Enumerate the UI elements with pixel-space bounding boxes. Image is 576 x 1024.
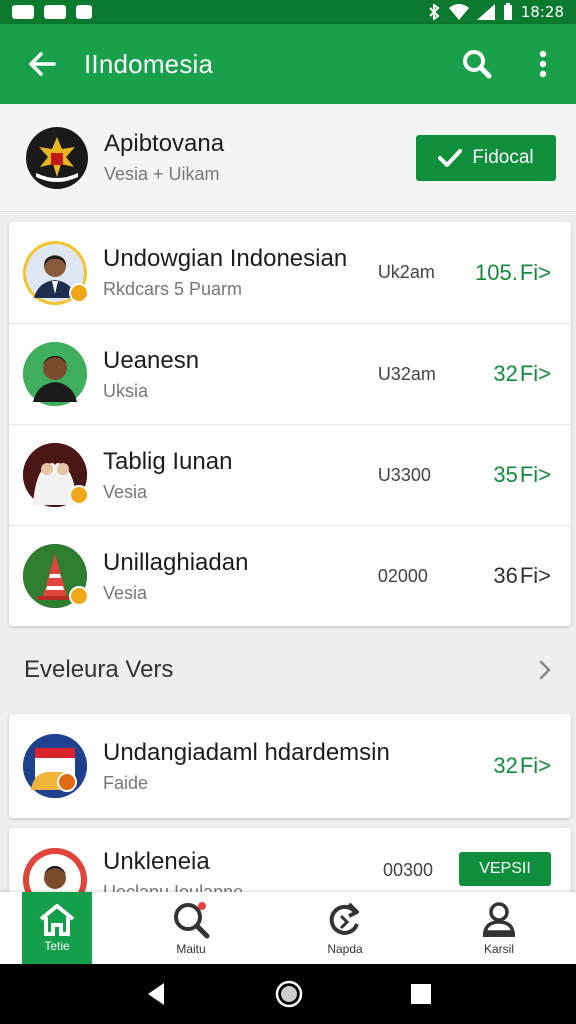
garuda-emblem-icon xyxy=(27,127,87,188)
item-arrow[interactable]: Fi> xyxy=(520,462,551,488)
item-meta: Uk2am xyxy=(377,262,435,282)
person-avatar-icon xyxy=(23,848,87,898)
item-title: Unkleneia xyxy=(103,848,210,875)
bottom-navigation: Tetie Maitu Napda Karsil xyxy=(0,892,576,964)
item-meta: 00300 xyxy=(383,860,434,880)
notification-icon xyxy=(12,5,34,19)
back-button[interactable] xyxy=(0,24,84,104)
list-item[interactable]: Unkleneia Ueclanu Ioulanne 00300 VEPSII xyxy=(9,828,571,898)
notification-icon xyxy=(76,5,92,19)
chevron-right-icon: Fi> xyxy=(519,753,551,778)
channel-title: Apibtovana xyxy=(104,130,225,157)
follow-button[interactable]: Fidocal xyxy=(416,134,556,181)
list-item[interactable]: Undowgian Indonesian Rkdcars 5 Puarm Uk2… xyxy=(9,222,571,323)
list-item[interactable]: Unillaghiadan Vesia 02000 36 Fi> xyxy=(9,525,571,626)
arrow-left-icon xyxy=(29,52,56,76)
item-meta: 02000 xyxy=(377,565,428,586)
home-icon xyxy=(39,904,75,936)
search-icon xyxy=(174,902,210,939)
item-subtitle: Vesia xyxy=(103,582,148,603)
partial-list: Unkleneia Ueclanu Ioulanne 00300 VEPSII xyxy=(9,828,571,898)
chevron-right-icon: Fi> xyxy=(519,259,551,285)
wifi-icon xyxy=(448,4,469,20)
more-vert-icon xyxy=(539,50,547,78)
recommended-list: Undangiadaml hdardemsin Faide 32 Fi> xyxy=(9,714,571,818)
nav-label: Maitu xyxy=(176,942,206,956)
item-arrow[interactable]: Fi> xyxy=(520,260,551,286)
more-options-button[interactable] xyxy=(510,24,576,104)
nav-home[interactable]: Tetie xyxy=(22,892,92,964)
item-count: 105. xyxy=(474,259,518,285)
nav-label: Karsil xyxy=(483,942,514,956)
item-meta: U3300 xyxy=(377,464,431,485)
list-item[interactable]: Tablig Iunan Vesia U3300 35 Fi> xyxy=(9,424,571,525)
item-arrow[interactable]: Fi> xyxy=(520,563,551,589)
item-count: 32 xyxy=(493,753,518,778)
signal-icon xyxy=(476,4,495,20)
page-title: IIndomesia xyxy=(84,48,214,79)
item-subtitle: Vesia xyxy=(103,481,148,502)
item-subtitle: Rkdcars 5 Puarm xyxy=(103,279,243,299)
chevron-right-icon: Fi> xyxy=(519,563,551,588)
chevron-right-icon xyxy=(539,660,551,680)
avatar xyxy=(23,848,87,898)
nav-profile[interactable]: Karsil xyxy=(422,892,576,964)
item-count: 35 xyxy=(493,462,518,487)
person-avatar-icon xyxy=(23,342,87,406)
home-circle-icon[interactable] xyxy=(275,980,303,1008)
avatar xyxy=(23,544,89,608)
status-bar: 18:28 xyxy=(0,0,576,24)
chevron-right-icon: Fi> xyxy=(519,462,551,487)
item-title: Unillaghiadan xyxy=(103,548,249,576)
item-subtitle: Faide xyxy=(103,772,149,793)
app-bar: IIndomesia xyxy=(0,24,576,104)
badge-icon xyxy=(69,282,89,303)
notification-icon xyxy=(44,5,66,19)
section-header[interactable]: Eveleura Vers xyxy=(0,640,576,700)
bluetooth-icon xyxy=(429,4,440,20)
list-item[interactable]: Undangiadaml hdardemsin Faide 32 Fi> xyxy=(9,714,571,818)
check-icon xyxy=(438,148,463,167)
item-arrow[interactable]: Fi> xyxy=(520,361,551,387)
avatar xyxy=(23,240,89,305)
item-arrow[interactable]: Fi> xyxy=(520,753,551,779)
avatar xyxy=(23,342,87,406)
system-navigation-bar xyxy=(0,964,576,1024)
refresh-icon xyxy=(329,902,359,935)
recent-apps-icon[interactable] xyxy=(410,983,432,1005)
badge-icon xyxy=(69,586,89,606)
channel-logo xyxy=(26,126,88,189)
item-title: Undowgian Indonesian xyxy=(103,245,348,272)
item-count: 36 xyxy=(493,563,518,588)
join-button[interactable]: VEPSII xyxy=(459,852,551,886)
nav-label: Napda xyxy=(327,942,363,956)
item-count: 32 xyxy=(493,361,518,386)
channel-subtitle: Vesia + Uikam xyxy=(104,164,220,184)
avatar xyxy=(23,734,87,798)
section-title: Eveleura Vers xyxy=(24,656,174,683)
nav-refresh[interactable]: Napda xyxy=(268,892,422,964)
item-meta: U32am xyxy=(377,363,436,384)
chevron-right-icon: Fi> xyxy=(519,361,551,386)
item-title: Undangiadaml hdardemsin xyxy=(103,738,390,766)
item-title: Tablig Iunan xyxy=(103,447,233,475)
item-subtitle: Uksia xyxy=(103,380,149,401)
flag-avatar-icon xyxy=(23,734,87,798)
avatar xyxy=(23,443,89,507)
nav-search[interactable]: Maitu xyxy=(114,892,268,964)
search-icon xyxy=(463,50,492,79)
status-time: 18:28 xyxy=(520,3,564,21)
channel-header: Apibtovana Vesia + Uikam Fidocal xyxy=(0,104,576,212)
nav-label: Tetie xyxy=(44,939,70,953)
list-item[interactable]: Ueanesn Uksia U32am 32 Fi> xyxy=(9,323,571,424)
profile-icon xyxy=(482,902,516,937)
channel-list: Undowgian Indonesian Rkdcars 5 Puarm Uk2… xyxy=(9,222,571,626)
badge-icon xyxy=(69,485,89,505)
search-button[interactable] xyxy=(444,24,510,104)
follow-label: Fidocal xyxy=(472,146,534,168)
back-triangle-icon[interactable] xyxy=(144,981,168,1007)
battery-icon xyxy=(503,3,512,20)
item-title: Ueanesn xyxy=(103,346,200,374)
